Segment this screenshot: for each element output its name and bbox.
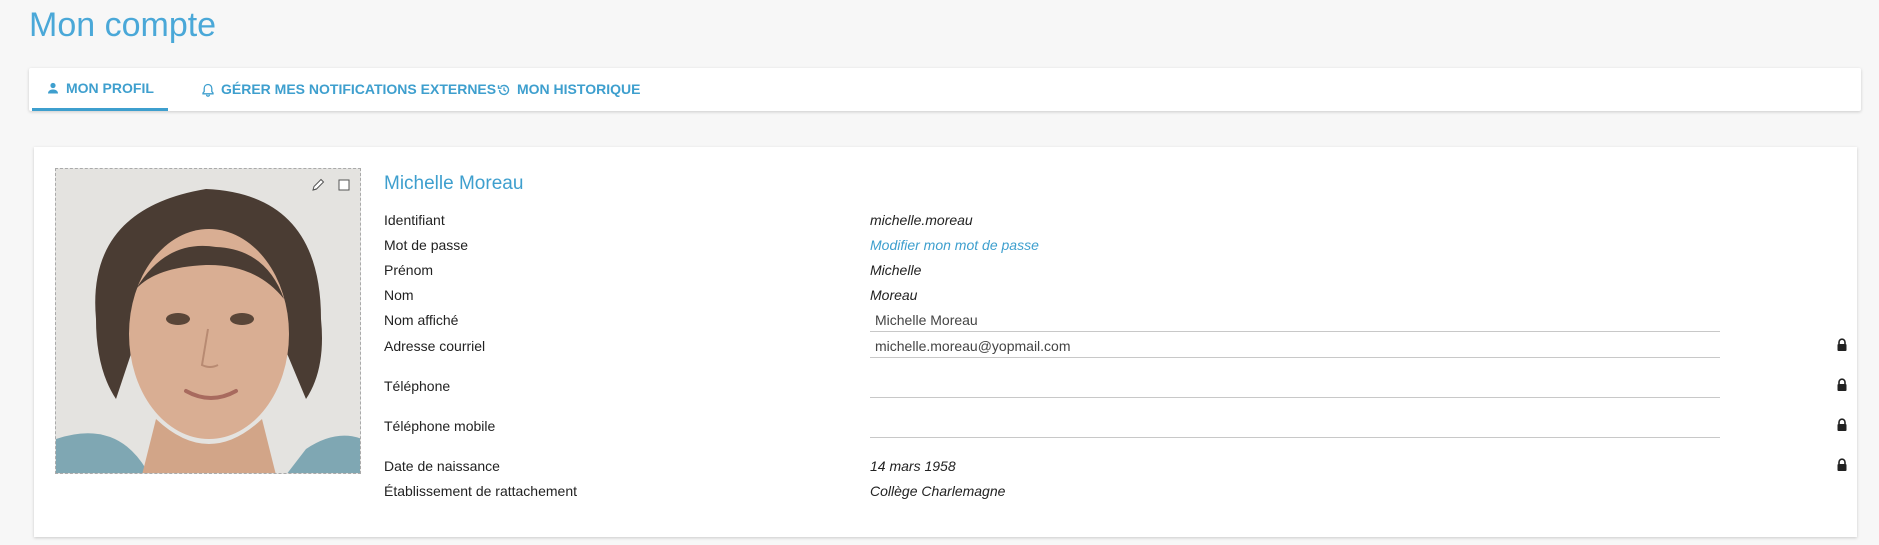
field-label: Identifiant xyxy=(384,212,445,228)
field-password: Mot de passe Modifier mon mot de passe xyxy=(384,233,1844,257)
tab-notifications-label: GÉRER MES NOTIFICATIONS EXTERNES xyxy=(221,81,497,97)
field-label: Nom affiché xyxy=(384,312,459,328)
tab-notifications[interactable]: GÉRER MES NOTIFICATIONS EXTERNES xyxy=(187,68,510,111)
profile-card: Michelle Moreau Identifiant michelle.mor… xyxy=(34,147,1857,537)
field-identifiant: Identifiant michelle.moreau xyxy=(384,208,1844,232)
bell-icon xyxy=(202,83,214,97)
field-label: Téléphone xyxy=(384,378,451,394)
change-password-link[interactable]: Modifier mon mot de passe xyxy=(870,237,1039,253)
field-value: Collège Charlemagne xyxy=(870,483,1006,499)
field-label: Téléphone mobile xyxy=(384,418,496,434)
field-value: michelle.moreau xyxy=(870,212,973,228)
field-nom: Nom Moreau xyxy=(384,283,1844,307)
field-prenom: Prénom Michelle xyxy=(384,258,1844,282)
field-email: Adresse courriel xyxy=(384,334,1847,358)
tab-history[interactable]: MON HISTORIQUE xyxy=(483,68,654,111)
email-input[interactable] xyxy=(870,334,1720,358)
crop-square-icon[interactable] xyxy=(336,177,352,193)
display-name-input[interactable] xyxy=(870,308,1720,332)
field-label: Nom xyxy=(384,287,414,303)
field-mobile: Téléphone mobile xyxy=(384,414,1847,438)
field-value: Moreau xyxy=(870,287,918,303)
avatar[interactable] xyxy=(55,168,361,474)
lock-icon[interactable] xyxy=(1836,378,1848,392)
avatar-portrait-image xyxy=(56,169,360,473)
phone-input[interactable] xyxy=(870,374,1720,398)
field-label: Mot de passe xyxy=(384,237,469,253)
field-nom-affiche: Nom affiché xyxy=(384,308,1844,332)
mobile-phone-input[interactable] xyxy=(870,414,1720,438)
field-telephone: Téléphone xyxy=(384,374,1847,398)
edit-pencil-icon[interactable] xyxy=(310,177,326,193)
field-label: Prénom xyxy=(384,262,434,278)
lock-icon[interactable] xyxy=(1836,338,1848,352)
field-naissance: Date de naissance 14 mars 1958 xyxy=(384,454,1847,478)
field-value: Michelle xyxy=(870,262,922,278)
field-label: Date de naissance xyxy=(384,458,500,474)
tab-profile-label: MON PROFIL xyxy=(66,79,154,96)
field-label: Adresse courriel xyxy=(384,338,486,354)
lock-icon[interactable] xyxy=(1836,418,1848,432)
lock-icon[interactable] xyxy=(1836,458,1848,472)
photo-tools xyxy=(310,177,352,193)
field-etablissement: Établissement de rattachement Collège Ch… xyxy=(384,479,1844,503)
field-value: 14 mars 1958 xyxy=(870,458,956,474)
field-label: Établissement de rattachement xyxy=(384,483,577,499)
profile-name: Michelle Moreau xyxy=(384,173,524,194)
history-icon xyxy=(497,84,510,95)
person-icon xyxy=(48,82,58,94)
tab-history-label: MON HISTORIQUE xyxy=(517,81,641,97)
tab-profile[interactable]: MON PROFIL xyxy=(32,68,168,111)
page-title: Mon compte xyxy=(29,6,217,44)
tab-bar: MON PROFIL GÉRER MES NOTIFICATIONS EXTER… xyxy=(29,68,1861,111)
